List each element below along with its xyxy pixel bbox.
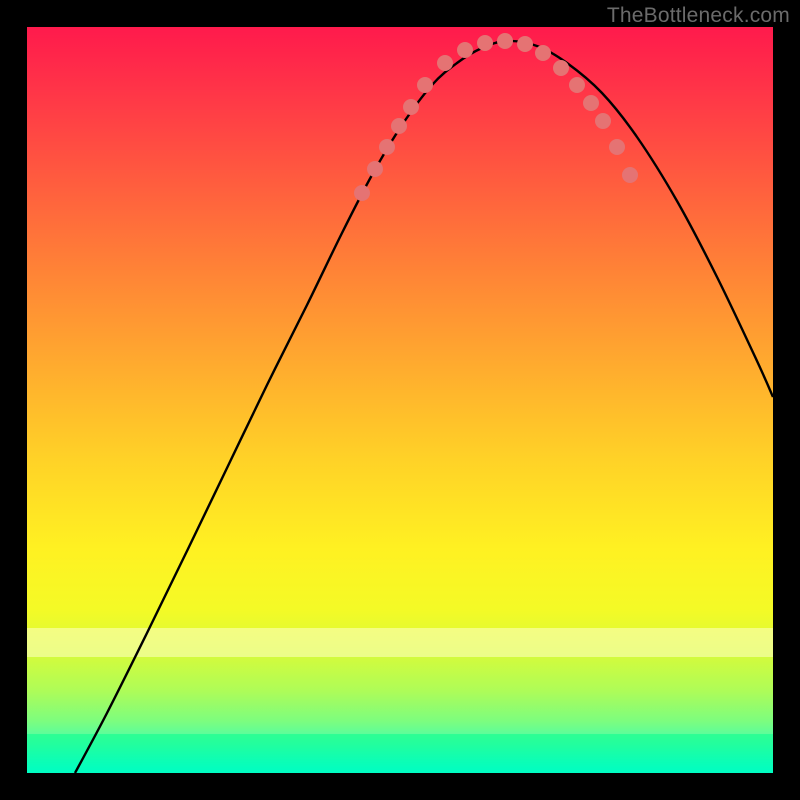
chart-marker-dot [457,42,473,58]
chart-markers-group [354,33,638,201]
chart-marker-dot [497,33,513,49]
chart-marker-dot [477,35,493,51]
chart-marker-dot [517,36,533,52]
chart-marker-dot [391,118,407,134]
chart-marker-dot [354,185,370,201]
watermark-text: TheBottleneck.com [607,4,790,28]
chart-frame [27,27,773,773]
chart-marker-dot [535,45,551,61]
chart-marker-dot [367,161,383,177]
chart-marker-dot [595,113,611,129]
chart-marker-dot [569,77,585,93]
chart-marker-dot [417,77,433,93]
chart-marker-dot [379,139,395,155]
chart-curve [75,41,773,773]
chart-marker-dot [609,139,625,155]
chart-marker-dot [622,167,638,183]
chart-marker-dot [553,60,569,76]
chart-marker-dot [437,55,453,71]
chart-svg [27,27,773,773]
chart-marker-dot [583,95,599,111]
chart-marker-dot [403,99,419,115]
